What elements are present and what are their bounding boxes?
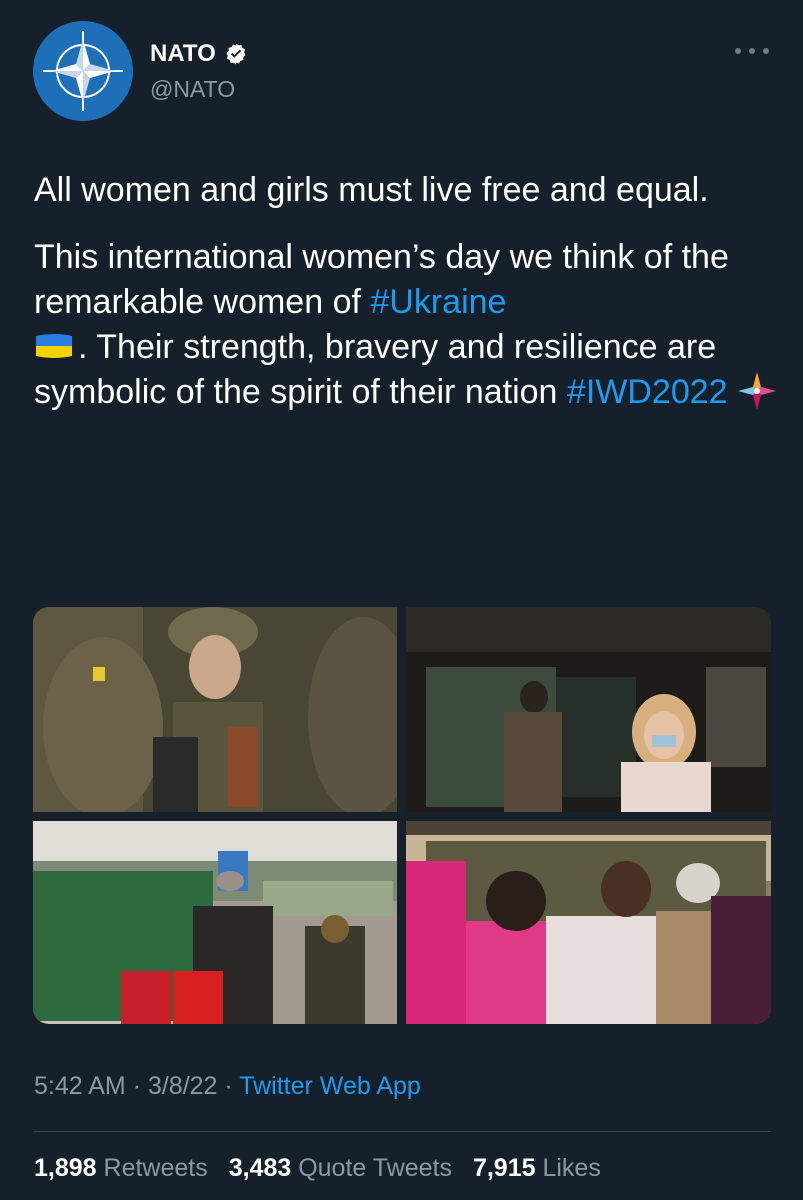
divider [33, 1131, 771, 1132]
hashtag-iwd2022-link[interactable]: #IWD2022 [567, 373, 728, 411]
tweet-date[interactable]: 3/8/22 [148, 1072, 218, 1100]
ukraine-flag-emoji [36, 334, 72, 359]
source-app-link[interactable]: Twitter Web App [239, 1072, 421, 1100]
likes-stat[interactable]: 7,915 Likes [473, 1154, 601, 1182]
tweet-paragraph-2: This international women’s day we think … [34, 235, 779, 415]
quote-tweets-count: 3,483 [228, 1154, 292, 1182]
tweet-header: NATO @NATO [0, 0, 803, 150]
media-grid [33, 607, 771, 1024]
account-handle[interactable]: @NATO [150, 76, 235, 103]
retweets-count: 1,898 [34, 1154, 97, 1182]
quote-tweets-label: Quote Tweets [298, 1154, 452, 1182]
verified-badge-icon [226, 43, 246, 65]
meta-separator: · [125, 1072, 148, 1100]
retweets-label: Retweets [103, 1154, 208, 1182]
account-name[interactable]: NATO [150, 40, 216, 68]
more-options-icon[interactable] [735, 44, 769, 58]
hashtag-ukraine-link[interactable]: #Ukraine [370, 283, 506, 321]
female-soldier-photo[interactable] [33, 607, 397, 812]
likes-count: 7,915 [472, 1154, 536, 1182]
refugees-walking-photo[interactable] [33, 821, 397, 1024]
engagement-stats: 1,898 Retweets 3,483 Quote Tweets 7,915 … [34, 1154, 615, 1183]
tweet-meta: 5:42 AM · 3/8/22 · Twitter Web App [34, 1072, 421, 1101]
account-name-row[interactable]: NATO [150, 40, 248, 68]
tweet-time[interactable]: 5:42 AM [34, 1072, 126, 1100]
tweet-text: All women and girls must live free and e… [34, 168, 779, 415]
avatar[interactable] [33, 21, 133, 121]
iwd-sparkle-emoji [738, 372, 777, 411]
retweets-stat[interactable]: 1,898 Retweets [34, 1154, 208, 1182]
quote-tweets-stat[interactable]: 3,483 Quote Tweets [229, 1154, 452, 1182]
likes-label: Likes [542, 1154, 601, 1182]
tweet-paragraph-1: All women and girls must live free and e… [34, 171, 709, 209]
nato-compass-star-icon [33, 21, 133, 121]
women-weaving-camouflage-net-photo[interactable] [406, 821, 771, 1024]
meta-separator: · [217, 1072, 240, 1100]
woman-in-mask-corridor-photo[interactable] [406, 607, 771, 812]
